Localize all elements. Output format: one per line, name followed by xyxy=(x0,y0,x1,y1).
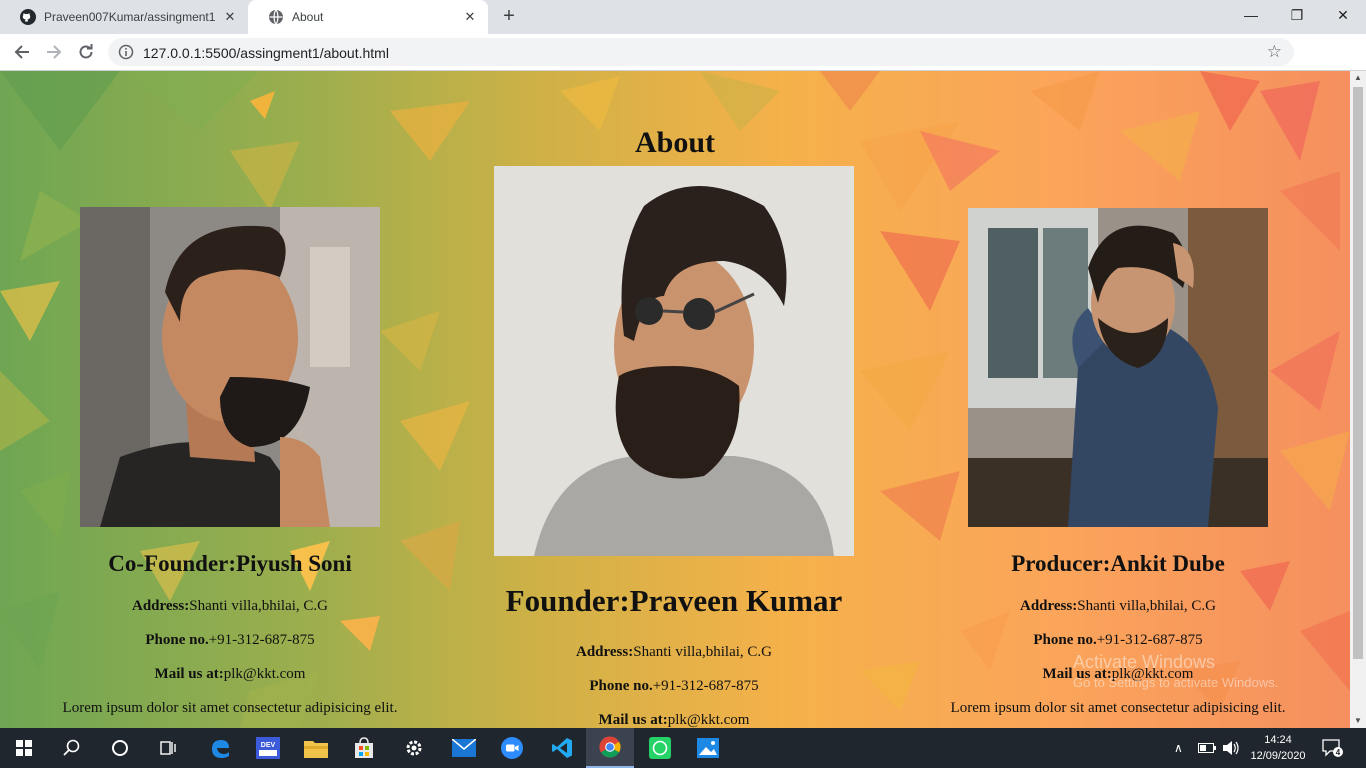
arrow-right-icon xyxy=(47,45,62,59)
photos-icon[interactable] xyxy=(684,728,732,768)
phone-line: Phone no.+91-312-687-875 xyxy=(589,678,759,694)
forward-button[interactable] xyxy=(40,38,68,66)
close-icon[interactable]: ✕ xyxy=(462,9,478,25)
vertical-scrollbar[interactable]: ▲ ▼ xyxy=(1350,71,1366,728)
close-icon[interactable]: ✕ xyxy=(222,9,238,25)
cortana-icon[interactable] xyxy=(96,728,144,768)
tab-strip: Praveen007Kumar/assingment1 ✕ About ✕ + … xyxy=(0,0,1366,34)
arrow-left-icon xyxy=(14,45,29,59)
github-icon xyxy=(20,9,36,25)
page-content: About Co-Founder:Piyush Soni Address:Sha… xyxy=(0,71,1350,728)
clock-time: 14:24 xyxy=(1264,734,1292,746)
minimize-icon[interactable]: — xyxy=(1228,0,1274,30)
producer-info: Producer:Ankit Dube Address:Shanti villa… xyxy=(918,549,1318,725)
start-icon[interactable] xyxy=(0,728,48,768)
mail-line: Mail us at:plk@kkt.com xyxy=(598,712,750,728)
reload-button[interactable] xyxy=(72,38,100,66)
url-text: 127.0.0.1:5500/assingment1/about.html xyxy=(143,45,389,61)
edge-icon[interactable] xyxy=(196,728,244,768)
mail-icon[interactable] xyxy=(440,728,488,768)
tab-label: About xyxy=(292,10,324,24)
dev-icon[interactable]: DEV xyxy=(244,728,292,768)
bio-text: Lorem ipsum dolor sit amet consectetur a… xyxy=(950,700,1286,716)
chevron-up-icon[interactable]: ∧ xyxy=(1174,728,1183,768)
address-line: Address:Shanti villa,bhilai, C.G xyxy=(132,598,328,614)
globe-icon xyxy=(268,9,284,25)
founder-photo xyxy=(494,166,854,556)
co-founder-info: Co-Founder:Piyush Soni Address:Shanti vi… xyxy=(30,549,430,725)
restore-icon[interactable]: ❐ xyxy=(1274,0,1320,30)
vscode-icon[interactable] xyxy=(538,728,586,768)
founder-info: Founder:Praveen Kumar Address:Shanti vil… xyxy=(474,581,874,728)
co-founder-photo xyxy=(80,207,380,527)
browser-toolbar: 127.0.0.1:5500/assingment1/about.html ☆ … xyxy=(0,34,1366,97)
activate-windows-watermark: Activate Windows Go to Settings to activ… xyxy=(1073,652,1279,690)
person-title: Founder:Praveen Kumar xyxy=(505,583,843,618)
svg-text:DEV: DEV xyxy=(261,742,276,749)
address-line: Address:Shanti villa,bhilai, C.G xyxy=(1020,598,1216,614)
person-title: Co-Founder:Piyush Soni xyxy=(108,551,352,576)
clock-date: 12/09/2020 xyxy=(1250,750,1306,762)
chrome-icon[interactable] xyxy=(586,728,634,768)
address-line: Address:Shanti villa,bhilai, C.G xyxy=(576,644,772,660)
info-icon[interactable] xyxy=(118,44,134,60)
file-explorer-icon[interactable] xyxy=(292,728,340,768)
system-clock[interactable]: 14:24 12/09/2020 xyxy=(1246,732,1310,764)
close-window-icon[interactable]: ✕ xyxy=(1320,0,1366,30)
settings-icon[interactable] xyxy=(390,728,438,768)
notification-count: 4 xyxy=(1336,748,1341,757)
back-button[interactable] xyxy=(8,38,36,66)
new-tab-button[interactable]: + xyxy=(498,6,520,27)
scrollbar-thumb[interactable] xyxy=(1353,87,1363,659)
volume-icon[interactable] xyxy=(1222,728,1240,768)
tab-github[interactable]: Praveen007Kumar/assingment1 ✕ xyxy=(0,0,248,34)
tab-about[interactable]: About ✕ xyxy=(248,0,488,34)
whatsapp-icon[interactable] xyxy=(636,728,684,768)
scroll-down-icon[interactable]: ▼ xyxy=(1350,714,1366,728)
phone-line: Phone no.+91-312-687-875 xyxy=(145,632,315,648)
bio-text: Lorem ipsum dolor sit amet consectetur a… xyxy=(62,700,398,716)
tab-label: Praveen007Kumar/assingment1 xyxy=(44,10,216,24)
address-bar[interactable]: 127.0.0.1:5500/assingment1/about.html ☆ xyxy=(108,38,1294,66)
producer-photo xyxy=(968,208,1268,527)
battery-icon[interactable] xyxy=(1198,728,1216,768)
mail-line: Mail us at:plk@kkt.com xyxy=(154,666,306,682)
person-title: Producer:Ankit Dube xyxy=(1011,551,1225,576)
zoom-icon[interactable] xyxy=(488,728,536,768)
task-view-icon[interactable] xyxy=(144,728,192,768)
search-icon[interactable] xyxy=(48,728,96,768)
notifications-icon[interactable]: 4 xyxy=(1322,728,1344,768)
scroll-up-icon[interactable]: ▲ xyxy=(1350,71,1366,85)
page-title: About xyxy=(634,126,716,159)
store-icon[interactable] xyxy=(340,728,388,768)
bookmark-star-icon[interactable]: ☆ xyxy=(1267,42,1282,62)
windows-taskbar: DEV ∧ 14:24 12/09/2020 4 xyxy=(0,728,1366,768)
reload-icon xyxy=(79,44,93,59)
